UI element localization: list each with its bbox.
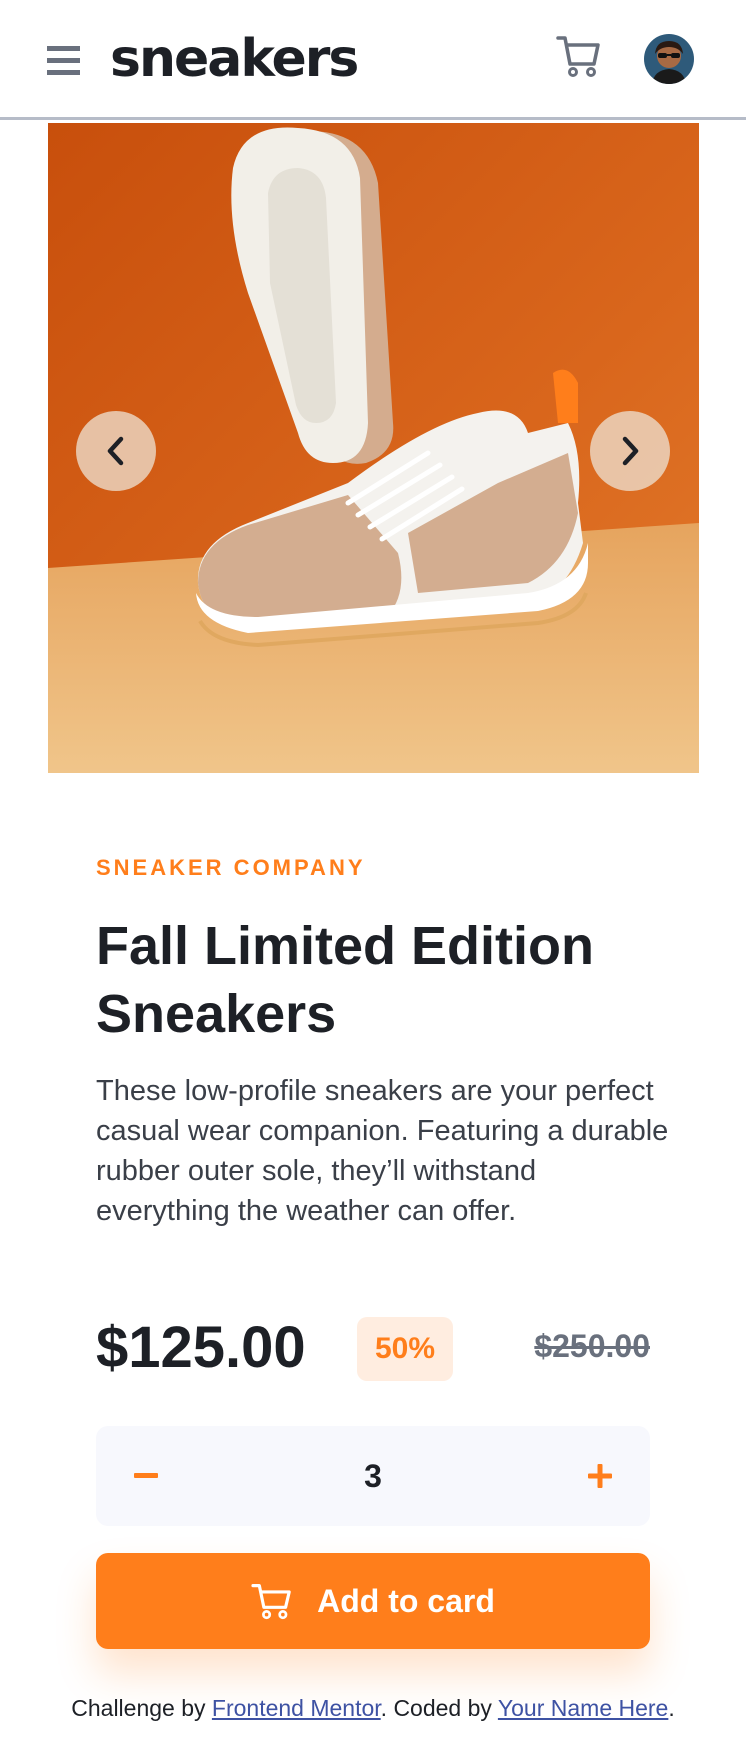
price-row: $125.00 50% $250.00: [96, 1312, 650, 1384]
original-price: $250.00: [534, 1328, 650, 1364]
quantity-value[interactable]: 3: [96, 1456, 650, 1496]
product-title-line2: Sneakers: [96, 984, 337, 1044]
cart-icon[interactable]: [556, 34, 602, 78]
attribution-middle: . Coded by: [380, 1695, 498, 1721]
frontend-mentor-link[interactable]: Frontend Mentor: [212, 1695, 381, 1721]
next-image-button[interactable]: [590, 411, 670, 491]
chevron-left-icon: [107, 436, 124, 466]
site-header: sneakers: [0, 0, 746, 120]
attribution: Challenge by Frontend Mentor. Coded by Y…: [0, 1695, 746, 1722]
product-gallery: [48, 123, 699, 773]
author-link[interactable]: Your Name Here: [498, 1695, 668, 1721]
discount-badge: 50%: [357, 1317, 453, 1381]
logo[interactable]: sneakers: [110, 26, 359, 92]
current-price: $125.00: [96, 1315, 306, 1380]
product-title-line1: Fall Limited Edition: [96, 916, 594, 976]
chevron-right-icon: [622, 436, 639, 466]
quantity-stepper: 3: [96, 1426, 650, 1526]
product-description: These low-profile sneakers are your perf…: [96, 1075, 669, 1227]
hamburger-menu-icon[interactable]: [47, 44, 81, 78]
plus-icon: [588, 1464, 612, 1488]
product-title: Fall Limited Edition Sneakers: [96, 912, 676, 1048]
user-avatar[interactable]: [644, 34, 694, 84]
add-to-cart-label: Add to card: [317, 1582, 495, 1619]
increase-quantity-button[interactable]: [580, 1456, 620, 1496]
attribution-prefix: Challenge by: [71, 1695, 212, 1721]
attribution-suffix: .: [668, 1695, 675, 1721]
brand-label: SNEAKER COMPANY: [96, 855, 366, 880]
cart-icon: [251, 1584, 291, 1620]
previous-image-button[interactable]: [76, 411, 156, 491]
add-to-cart-button[interactable]: Add to card: [96, 1553, 650, 1649]
